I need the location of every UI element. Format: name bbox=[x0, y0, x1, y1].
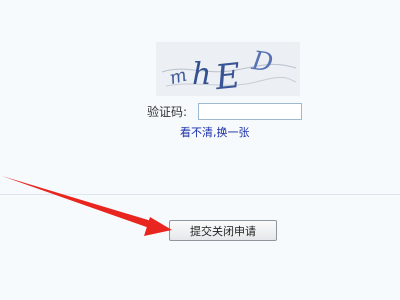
refresh-captcha-link[interactable]: 看不清,换一张 bbox=[180, 126, 250, 140]
captcha-input[interactable] bbox=[198, 103, 302, 120]
svg-text:h: h bbox=[192, 57, 211, 92]
submit-close-request-button[interactable]: 提交关闭申请 bbox=[169, 220, 277, 241]
captcha-label: 验证码: bbox=[147, 105, 188, 119]
divider bbox=[0, 194, 400, 195]
svg-text:E: E bbox=[212, 56, 242, 96]
svg-text:D: D bbox=[249, 46, 275, 79]
captcha-image: m h E D bbox=[156, 42, 300, 96]
